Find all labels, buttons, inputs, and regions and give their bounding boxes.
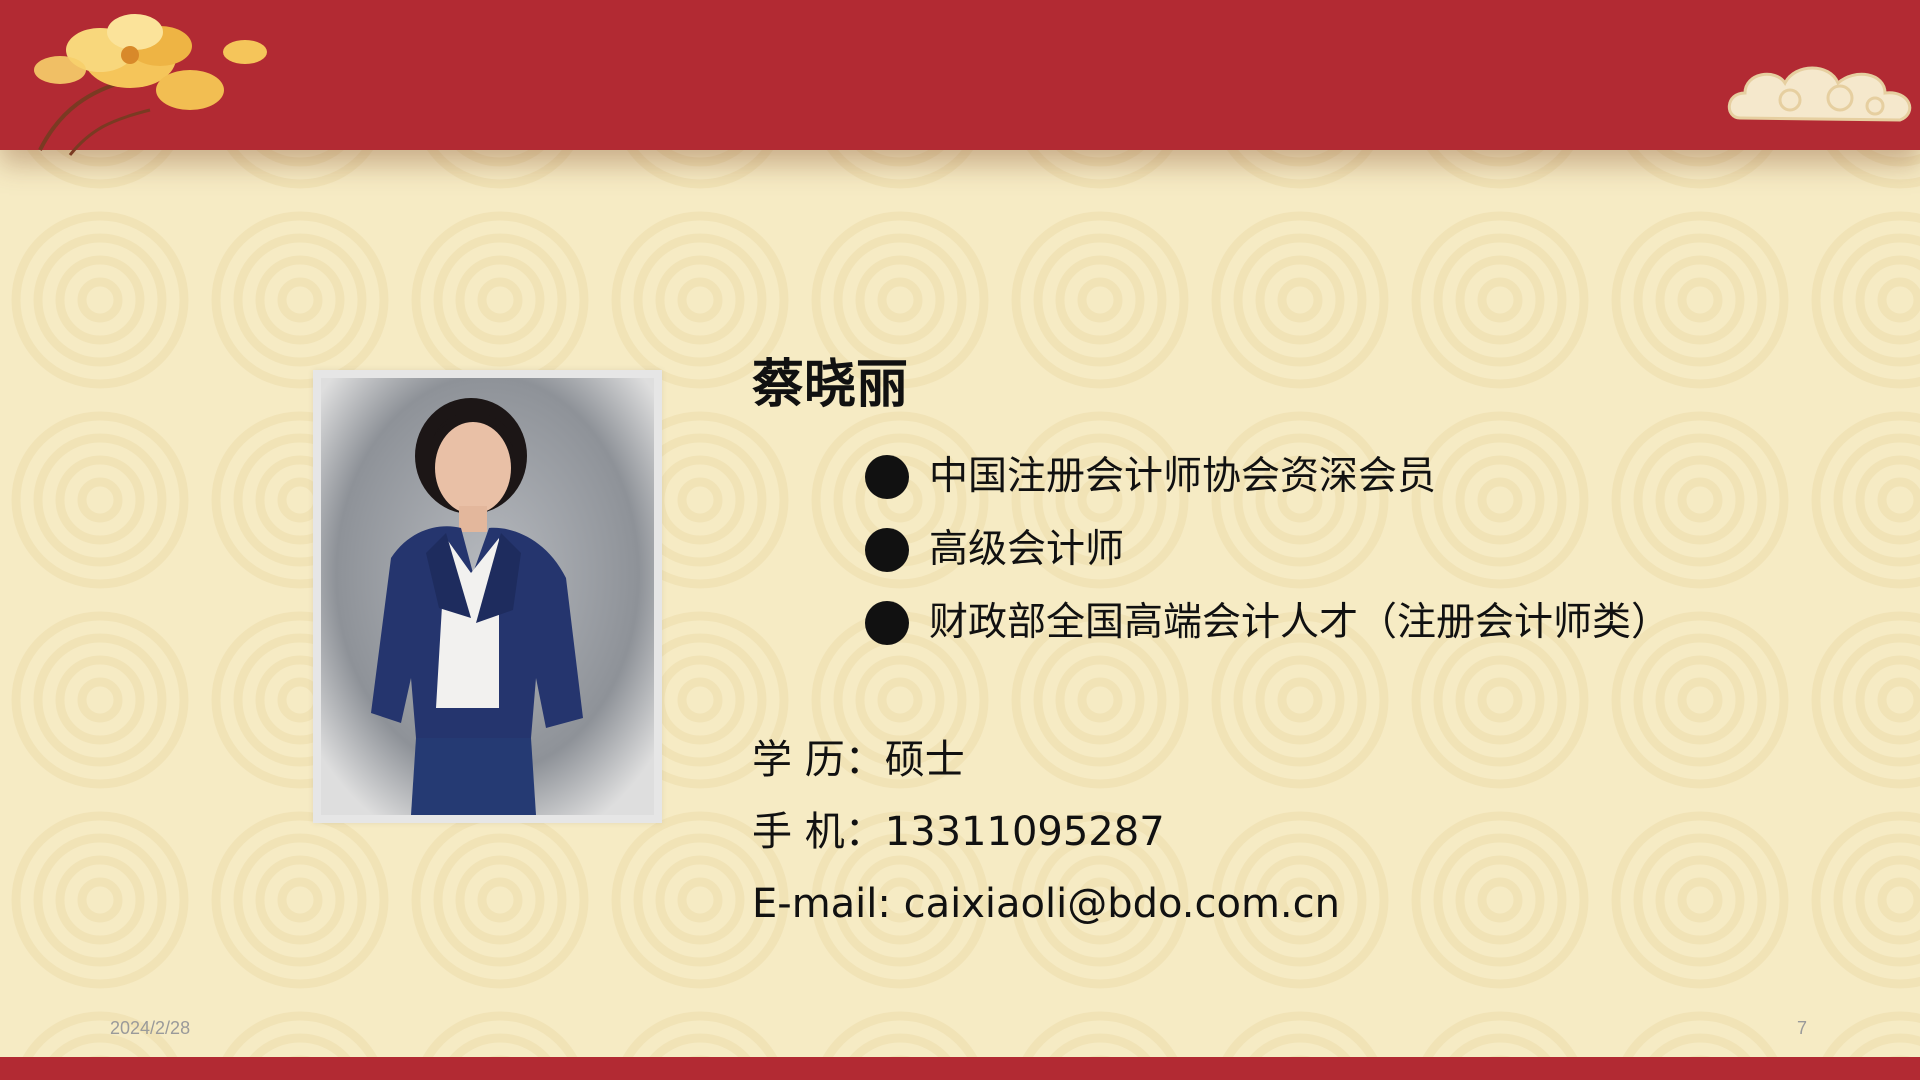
presentation-slide: 蔡晓丽 中国注册会计师协会资深会员 高级会计师 财政部全国高端会计人才（注册会计…: [0, 0, 1920, 1080]
phone-line: 手 机：13311095287: [752, 809, 1165, 855]
slide-date: 2024/2/28: [110, 1018, 191, 1038]
slide-page-number: 7: [1797, 1018, 1808, 1038]
list-item: 高级会计师: [865, 513, 1685, 586]
bullet-dot-icon: [865, 601, 909, 645]
list-item: 财政部全国高端会计人才（注册会计师类）: [865, 586, 1685, 659]
credential-text: 财政部全国高端会计人才（注册会计师类）: [929, 600, 1671, 645]
bullet-dot-icon: [865, 455, 909, 499]
speaker-name: 蔡晓丽: [752, 355, 909, 415]
credential-text: 中国注册会计师协会资深会员: [929, 454, 1437, 499]
flower-icon: [34, 14, 267, 156]
bottom-red-banner: [0, 1057, 1920, 1080]
bullet-dot-icon: [865, 528, 909, 572]
education-line: 学 历：硕士: [752, 737, 965, 783]
profile-photo-frame: [313, 370, 662, 823]
credentials-list: 中国注册会计师协会资深会员 高级会计师 财政部全国高端会计人才（注册会计师类）: [865, 440, 1685, 659]
list-item: 中国注册会计师协会资深会员: [865, 440, 1685, 513]
email-line: E-mail: caixiaoli@bdo.com.cn: [752, 881, 1340, 927]
credential-text: 高级会计师: [929, 527, 1125, 572]
cloud-icon: [1727, 66, 1912, 122]
profile-photo: [321, 378, 654, 815]
